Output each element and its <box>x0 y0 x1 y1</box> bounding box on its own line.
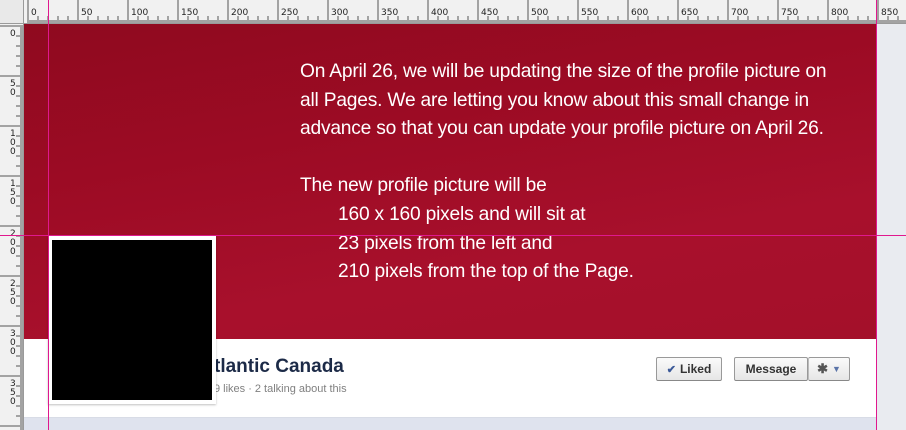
ruler-label: 650 <box>681 8 698 18</box>
ruler-label: 850 <box>881 8 898 18</box>
ruler-label: 0 <box>10 147 16 157</box>
cover-line: advance so that you can update your prof… <box>300 118 824 140</box>
ruler-label: 300 <box>331 8 348 18</box>
liked-button-label: Liked <box>679 362 712 376</box>
horizontal-ruler[interactable]: 0 50 100 150 200 250 300 350 400 450 500 550 600 650 7… <box>0 0 906 24</box>
gear-icon: ✱ <box>817 361 828 376</box>
vertical-guide-line[interactable] <box>876 0 877 430</box>
cover-detail: 23 pixels from the left and <box>338 232 553 254</box>
cover-intro: The new profile picture will be <box>300 175 547 197</box>
ruler-label: 0 <box>10 397 16 407</box>
message-button-label: Message <box>745 362 797 376</box>
profile-picture[interactable] <box>52 240 212 400</box>
horizontal-ruler-marks: 0 50 100 150 200 250 300 350 400 450 500 550 600 650 7… <box>27 0 906 23</box>
check-icon: ✔ <box>666 363 676 376</box>
ruler-label: 550 <box>581 8 598 18</box>
page-title[interactable]: tlantic Canada <box>214 356 344 378</box>
ruler-label: 800 <box>831 8 848 18</box>
ruler-label: 500 <box>531 8 548 18</box>
ruler-label: 350 <box>381 8 398 18</box>
vertical-ruler-marks: 050100150200250300350 <box>0 25 23 430</box>
horizontal-guide-line[interactable] <box>0 235 906 236</box>
cover-line: all Pages. We are letting you know about… <box>300 89 810 111</box>
ruler-label: 200 <box>231 8 248 18</box>
page-stats: 9 likes · 2 talking about this <box>214 383 347 395</box>
cover-text: On April 26, we will be updating the siz… <box>300 58 870 287</box>
profile-picture-frame[interactable] <box>48 236 216 404</box>
talking-about-count: 2 talking about this <box>254 383 347 395</box>
canvas: On April 26, we will be updating the siz… <box>0 0 906 430</box>
likes-count[interactable]: 9 likes <box>214 383 245 395</box>
right-gutter <box>876 24 906 430</box>
vertical-guide-line[interactable] <box>48 0 49 430</box>
caret-down-icon: ▼ <box>831 364 841 374</box>
ruler-label: 0 <box>31 8 37 18</box>
vertical-ruler[interactable]: 050100150200250300350 <box>0 0 24 430</box>
ruler-label: 0 <box>10 247 16 257</box>
ruler-label: 400 <box>431 8 448 18</box>
ruler-label: 700 <box>731 8 748 18</box>
stats-separator: · <box>248 383 252 395</box>
message-button[interactable]: Message <box>734 357 808 381</box>
cover-line: On April 26, we will be updating the siz… <box>300 61 827 82</box>
ruler-label: 50 <box>81 8 93 18</box>
ruler-label: 0 <box>10 347 16 357</box>
ruler-label: 600 <box>631 8 648 18</box>
ruler-label: 150 <box>181 8 198 18</box>
ruler-label: 250 <box>281 8 298 18</box>
ruler-label: 0 <box>10 29 16 39</box>
ruler-label: 0 <box>10 197 16 207</box>
ruler-label: 100 <box>131 8 148 18</box>
settings-dropdown-button[interactable]: ✱ ▼ <box>808 357 850 381</box>
ruler-label: 750 <box>781 8 798 18</box>
cover-detail: 160 x 160 pixels and will sit at <box>338 203 586 225</box>
liked-button[interactable]: ✔ Liked <box>656 357 722 381</box>
cover-detail: 210 pixels from the top of the Page. <box>338 261 634 283</box>
ruler-label: 0 <box>10 297 16 307</box>
ruler-label: 450 <box>481 8 498 18</box>
ruler-label: 0 <box>10 88 16 98</box>
ruler-corner <box>0 0 24 24</box>
